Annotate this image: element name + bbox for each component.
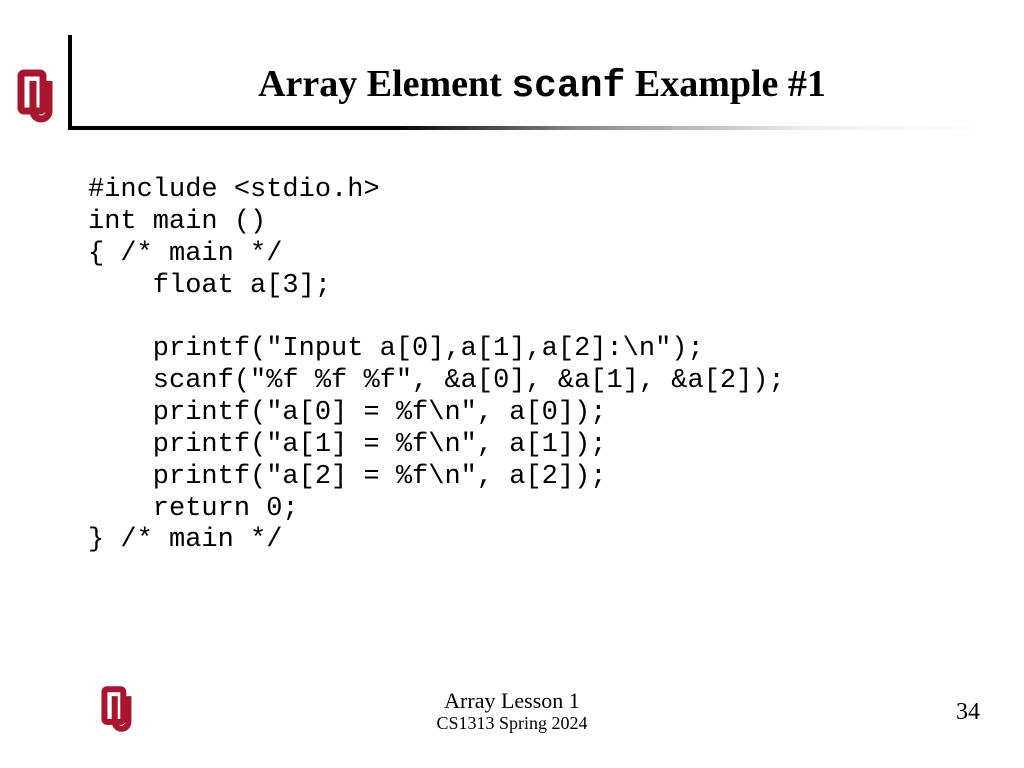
title-part2: Example #1 <box>625 63 826 105</box>
title-mono: scanf <box>511 65 625 108</box>
horizontal-rule <box>68 126 994 130</box>
page-number: 34 <box>956 699 980 726</box>
vertical-rule <box>68 35 72 130</box>
code-block: #include <stdio.h> int main () { /* main… <box>88 175 785 557</box>
slide-title: Array Element scanf Example #1 <box>90 62 994 108</box>
ou-logo-icon <box>16 68 60 124</box>
title-part1: Array Element <box>258 63 511 105</box>
footer-title: Array Lesson 1 <box>0 688 1024 714</box>
slide: Array Element scanf Example #1 #include … <box>0 0 1024 768</box>
footer-subtitle: CS1313 Spring 2024 <box>0 713 1024 734</box>
